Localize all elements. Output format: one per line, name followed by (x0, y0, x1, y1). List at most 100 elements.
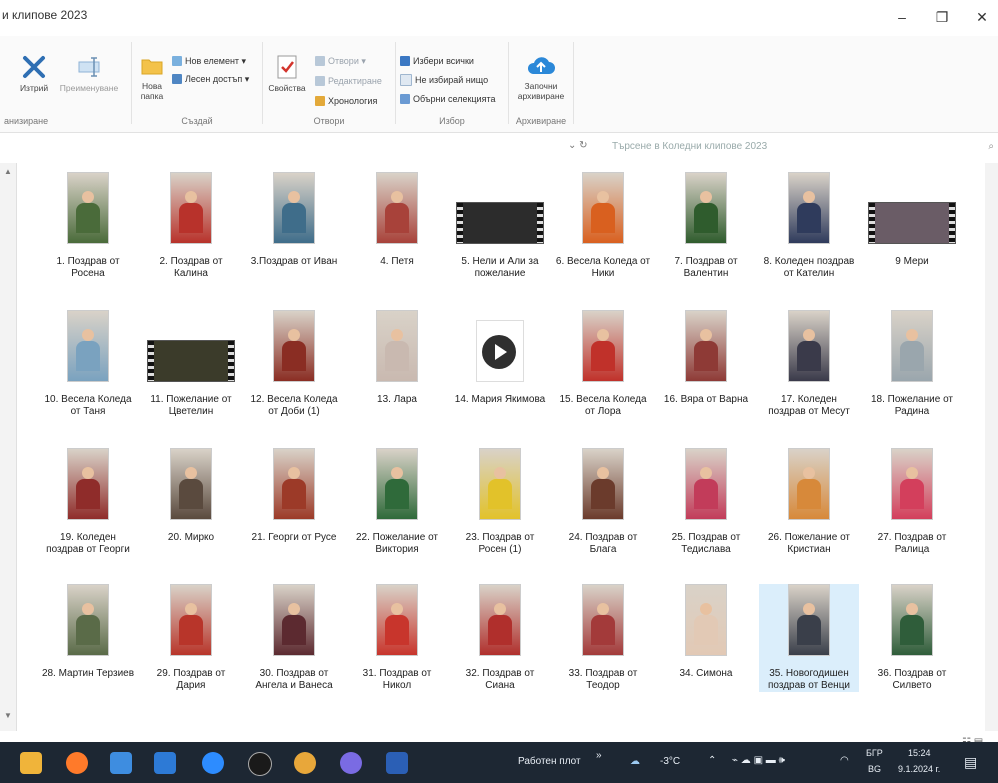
new-item-button[interactable]: Нов елемент ▾ (172, 54, 246, 68)
file-name: 32. Поздрав от Сиана (465, 668, 535, 691)
lang-bottom[interactable]: BG (868, 764, 881, 774)
file-item[interactable]: 35. Новогодишен поздрав от Венци (759, 584, 859, 692)
file-item[interactable]: 26. Пожелание от Кристиан (759, 448, 859, 556)
weather-icon[interactable]: ☁ (630, 756, 640, 767)
delete-button[interactable]: Изтрий (14, 54, 54, 93)
viber-icon[interactable] (340, 752, 362, 774)
word-icon[interactable] (386, 752, 408, 774)
file-name: 15. Весела Коледа от Лора (559, 394, 647, 417)
file-item[interactable]: 32. Поздрав от Сиана (450, 584, 550, 692)
select-none-button[interactable]: Не избирай нищо (400, 73, 488, 87)
video-thumbnail (759, 310, 859, 390)
file-item[interactable]: 4. Петя (347, 172, 447, 268)
easy-access-label: Лесен достъп ▾ (185, 73, 250, 84)
properties-button[interactable]: Свойства (265, 54, 309, 93)
video-thumbnail (450, 584, 550, 664)
file-item[interactable]: 5. Нели и Али за пожелание (450, 172, 550, 280)
video-thumbnail (862, 584, 962, 664)
file-item[interactable]: 20. Мирко (141, 448, 241, 544)
zoom-icon[interactable] (202, 752, 224, 774)
file-item[interactable]: 13. Лара (347, 310, 447, 406)
file-item[interactable]: 30. Поздрав от Ангела и Ванеса (244, 584, 344, 692)
store-icon[interactable] (110, 752, 132, 774)
file-item[interactable]: 6. Весела Коледа от Ники (553, 172, 653, 280)
file-item[interactable]: 10. Весела Коледа от Таня (38, 310, 138, 418)
file-name: 10. Весела Коледа от Таня (44, 394, 132, 417)
history-button[interactable]: Хронология (315, 94, 377, 108)
firefox-icon[interactable] (66, 752, 88, 774)
file-item[interactable]: 34. Симона (656, 584, 756, 680)
file-item[interactable]: 2. Поздрав от Калина (141, 172, 241, 280)
video-thumbnail (656, 448, 756, 528)
file-item[interactable]: 21. Георги от Русе (244, 448, 344, 544)
easy-access-button[interactable]: Лесен достъп ▾ (172, 72, 249, 86)
file-item[interactable]: 17. Коледен поздрав от Месут (759, 310, 859, 418)
ribbon-group-select: Избери всички Не избирай нищо Обърни сел… (396, 40, 508, 128)
file-item[interactable]: 22. Пожелание от Виктория (347, 448, 447, 556)
easy-access-icon (172, 74, 182, 84)
file-item[interactable]: 25. Поздрав от Тедислава (656, 448, 756, 556)
close-button[interactable]: ✕ (968, 6, 996, 28)
navigation-pane[interactable]: ▲ ▼ (0, 163, 17, 731)
tray-chevron-icon[interactable]: ⌃ (708, 755, 716, 766)
tray-icons[interactable]: ⌁ ☁ ▣ ▬ 🕪 (732, 755, 785, 766)
chrome-icon[interactable] (294, 752, 316, 774)
dell-icon[interactable] (248, 752, 272, 776)
video-thumbnail (553, 448, 653, 528)
toolbar-chevron[interactable]: » (596, 750, 602, 761)
file-item[interactable]: 23. Поздрав от Росен (1) (450, 448, 550, 556)
maximize-button[interactable]: ❐ (928, 6, 956, 28)
clock-date[interactable]: 9.1.2024 г. (898, 764, 940, 774)
video-thumbnail (141, 584, 241, 664)
file-item[interactable]: 9 Мери (862, 172, 962, 268)
file-name: 17. Коледен поздрав от Месут (768, 394, 850, 417)
file-item[interactable]: 18. Пожелание от Радина (862, 310, 962, 418)
desktop-toolbar-label[interactable]: Работен плот (518, 756, 581, 767)
scroll-up-icon[interactable]: ▲ (4, 167, 12, 176)
file-item[interactable]: 14. Мария Якимова (450, 310, 550, 406)
minimize-button[interactable]: – (888, 6, 916, 28)
edit-button[interactable]: Редактиране (315, 74, 382, 88)
file-name: 19. Коледен поздрав от Георги (46, 532, 130, 555)
start-archive-label: Започни архивиране (517, 81, 565, 101)
start-archive-button[interactable]: Започни архивиране (513, 54, 569, 101)
file-item[interactable]: 1. Поздрав от Росена (38, 172, 138, 280)
file-explorer-icon[interactable] (20, 752, 42, 774)
open-button[interactable]: Отвори ▾ (315, 54, 366, 68)
file-item[interactable]: 3.Поздрав от Иван (244, 172, 344, 268)
file-item[interactable]: 7. Поздрав от Валентин (656, 172, 756, 280)
wifi-icon[interactable]: ◠ (840, 755, 849, 766)
file-item[interactable]: 28. Мартин Терзиев (38, 584, 138, 680)
clock-time[interactable]: 15:24 (908, 748, 931, 758)
file-item[interactable]: 11. Пожелание от Цветелин (141, 310, 241, 418)
video-thumbnail (656, 310, 756, 390)
new-folder-button[interactable]: Нова папка (136, 54, 168, 101)
file-item[interactable]: 31. Поздрав от Никол (347, 584, 447, 692)
invert-selection-button[interactable]: Обърни селекцията (400, 92, 495, 106)
file-item[interactable]: 19. Коледен поздрав от Георги (38, 448, 138, 556)
file-item[interactable]: 24. Поздрав от Блага (553, 448, 653, 556)
scroll-down-icon[interactable]: ▼ (4, 711, 12, 720)
refresh-button[interactable]: ⌄ ↻ (568, 140, 588, 151)
notifications-icon[interactable]: ▤ (964, 754, 977, 771)
mail-icon[interactable] (154, 752, 176, 774)
video-thumbnail (347, 172, 447, 252)
search-input[interactable]: Търсене в Коледни клипове 2023 ⌕ (604, 138, 998, 156)
weather-temp[interactable]: -3°C (660, 756, 680, 767)
file-grid: 1. Поздрав от Росена 2. Поздрав от Калина… (38, 172, 998, 732)
file-item[interactable]: 36. Поздрав от Силвето (862, 584, 962, 692)
file-item[interactable]: 12. Весела Коледа от Доби (1) (244, 310, 344, 418)
select-all-button[interactable]: Избери всички (400, 54, 474, 68)
file-item[interactable]: 8. Коледен поздрав от Кателин (759, 172, 859, 280)
ribbon-group-organize: Изтрий Преименуване анизиране (0, 40, 130, 128)
video-thumbnail (862, 448, 962, 528)
file-item[interactable]: 27. Поздрав от Ралица (862, 448, 962, 556)
file-item[interactable]: 29. Поздрав от Дария (141, 584, 241, 692)
file-item[interactable]: 33. Поздрав от Теодор (553, 584, 653, 692)
open-group-label: Отвори (313, 116, 345, 126)
lang-top[interactable]: БГР (866, 748, 883, 758)
file-item[interactable]: 15. Весела Коледа от Лора (553, 310, 653, 418)
file-item[interactable]: 16. Вяра от Варна (656, 310, 756, 406)
rename-button[interactable]: Преименуване (58, 54, 120, 93)
vertical-scrollbar[interactable] (985, 163, 998, 731)
